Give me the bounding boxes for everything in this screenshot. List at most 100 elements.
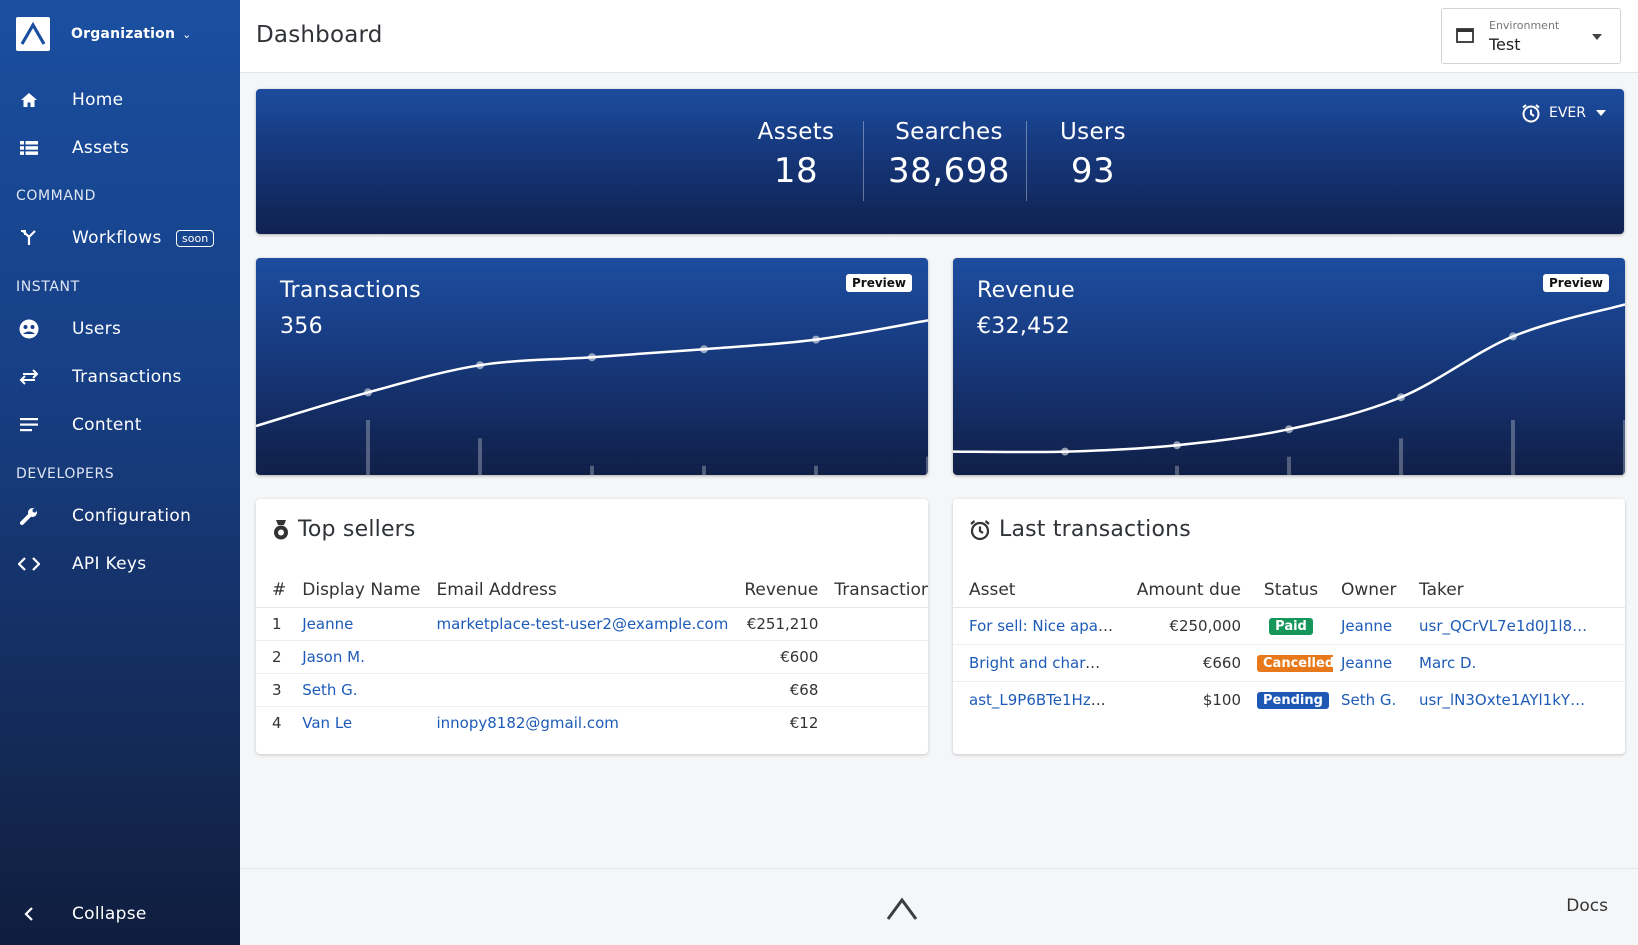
amount-due: €250,000	[1121, 607, 1249, 645]
collapse-label: Collapse	[72, 904, 147, 924]
last-transactions-title: Last transactions	[999, 517, 1191, 542]
transactions-chart-card: Transactions 356 Preview	[256, 258, 928, 475]
stat-value: 38,698	[888, 151, 1010, 191]
data-point	[700, 345, 708, 354]
table-row[interactable]: 3 Seth G. €68 1	[256, 673, 928, 707]
last-transactions-card: Last transactions Asset Amount due Statu…	[953, 499, 1625, 754]
wrench-icon	[18, 505, 40, 527]
sidebar-item-label: Home	[72, 90, 124, 110]
user-link[interactable]: Jeanne	[302, 615, 353, 633]
asset-link[interactable]: Bright and charming…	[969, 654, 1121, 672]
table-row[interactable]: 1 Jeanne marketplace-test-user2@example.…	[256, 607, 928, 641]
table-row[interactable]: 2 Jason M. €600 1	[256, 640, 928, 674]
sidebar-item-users[interactable]: Users	[0, 309, 240, 349]
col-email: Email Address	[428, 573, 737, 608]
chart-value: €32,452	[977, 314, 1071, 339]
volume-bar	[926, 456, 928, 475]
owner-link[interactable]: Jeanne	[1341, 654, 1392, 672]
col-amount-due: Amount due	[1121, 573, 1249, 608]
table-header-row: Asset Amount due Status Owner Taker	[953, 573, 1625, 608]
data-point	[1173, 441, 1181, 450]
chevron-left-icon	[18, 903, 40, 925]
taker-link[interactable]: Marc D.	[1419, 654, 1476, 672]
content-icon	[18, 414, 40, 436]
chart-title: Revenue	[977, 278, 1075, 303]
card-title: Top sellers	[272, 517, 416, 542]
volume-bar	[366, 420, 370, 475]
data-point	[1061, 447, 1069, 456]
table-row[interactable]: 4 Van Le innopy8182@gmail.com €12 1	[256, 706, 928, 739]
stat-label: Assets	[757, 119, 835, 145]
preview-badge: Preview	[1542, 274, 1609, 292]
home-icon	[18, 89, 40, 111]
sidebar-item-workflows[interactable]: Workflows soon	[0, 218, 240, 258]
volume-bar	[478, 438, 482, 475]
col-rank: #	[256, 573, 295, 608]
docs-link[interactable]: Docs	[1566, 896, 1608, 916]
rank: 3	[256, 673, 295, 707]
taker-link[interactable]: usr_lN3Oxte1AYl1kY…	[1419, 691, 1585, 709]
status-badge: Paid	[1269, 618, 1313, 635]
asset-link[interactable]: ast_L9P6BTe1Hzc1kf…	[969, 691, 1121, 709]
data-point	[588, 353, 596, 362]
revenue: €600	[736, 640, 827, 674]
stat-assets: Assets 18	[736, 119, 856, 191]
sidebar-item-label: Transactions	[72, 367, 182, 387]
taker-link[interactable]: usr_QCrVL7e1d0J1l8…	[1419, 617, 1587, 635]
revenue-chart-card: Revenue €32,452 Preview	[953, 258, 1625, 475]
status-badge: Cancelled	[1257, 655, 1333, 672]
code-icon	[18, 553, 40, 575]
owner-link[interactable]: Jeanne	[1341, 617, 1392, 635]
org-switcher[interactable]: Organization ⌄	[16, 17, 191, 51]
workflow-icon	[18, 227, 40, 249]
volume-bar	[702, 465, 706, 475]
sidebar-item-home[interactable]: Home	[0, 80, 240, 120]
sidebar-item-transactions[interactable]: Transactions	[0, 357, 240, 397]
sidebar-item-label: Content	[72, 415, 142, 435]
email-link[interactable]: innopy8182@gmail.com	[436, 714, 618, 732]
col-display-name: Display Name	[294, 573, 429, 608]
transactions-count: 1	[826, 673, 928, 707]
volume-bar	[1511, 420, 1515, 475]
sidebar-item-configuration[interactable]: Configuration	[0, 496, 240, 536]
stat-users: Users 93	[1033, 119, 1153, 191]
amount-due: €660	[1121, 644, 1249, 682]
environment-select[interactable]: Environment Test	[1441, 8, 1621, 64]
sidebar-item-api-keys[interactable]: API Keys	[0, 544, 240, 584]
owner-link[interactable]: Seth G.	[1341, 691, 1396, 709]
data-point	[1397, 393, 1405, 402]
top-sellers-card: Top sellers # Display Name Email Address…	[256, 499, 928, 754]
data-point	[1285, 425, 1293, 434]
data-point	[364, 388, 372, 397]
time-range-label: EVER	[1549, 105, 1586, 121]
top-sellers-table: # Display Name Email Address Revenue Tra…	[256, 573, 928, 739]
users-icon	[18, 318, 40, 340]
revenue: €12	[789, 713, 819, 732]
stat-label: Users	[1060, 119, 1126, 145]
sidebar-item-label: Configuration	[72, 506, 192, 526]
table-row[interactable]: Bright and charming… €660 Cancelled Jean…	[953, 644, 1625, 682]
collapse-button[interactable]: Collapse	[0, 894, 240, 934]
email-link[interactable]: marketplace-test-user2@example.com	[436, 615, 728, 633]
section-command: COMMAND	[16, 188, 96, 204]
table-row[interactable]: ast_L9P6BTe1Hzc1kf… $100 Pending Seth G.…	[953, 681, 1625, 718]
volume-bar	[814, 465, 818, 475]
series-line	[256, 319, 928, 428]
user-link[interactable]: Jason M.	[302, 648, 365, 666]
list-icon	[18, 137, 40, 159]
asset-link[interactable]: For sell: Nice apart…	[969, 617, 1121, 635]
rank: 1	[256, 607, 295, 641]
time-range-select[interactable]: EVER	[1521, 103, 1606, 123]
user-link[interactable]: Seth G.	[302, 681, 357, 699]
sidebar-item-assets[interactable]: Assets	[0, 128, 240, 168]
top-sellers-title: Top sellers	[298, 517, 416, 542]
sidebar-item-content[interactable]: Content	[0, 405, 240, 445]
table-row[interactable]: For sell: Nice apart… €250,000 Paid Jean…	[953, 607, 1625, 645]
volume-bar	[1175, 465, 1179, 475]
col-asset: Asset	[953, 573, 1121, 608]
volume-bar	[1623, 420, 1625, 475]
stats-banner: Assets 18 Searches 38,698 Users 93 EVER	[256, 89, 1624, 234]
section-developers: DEVELOPERS	[16, 466, 115, 482]
user-link[interactable]: Van Le	[302, 714, 352, 732]
environment-caption: Environment	[1489, 19, 1560, 32]
